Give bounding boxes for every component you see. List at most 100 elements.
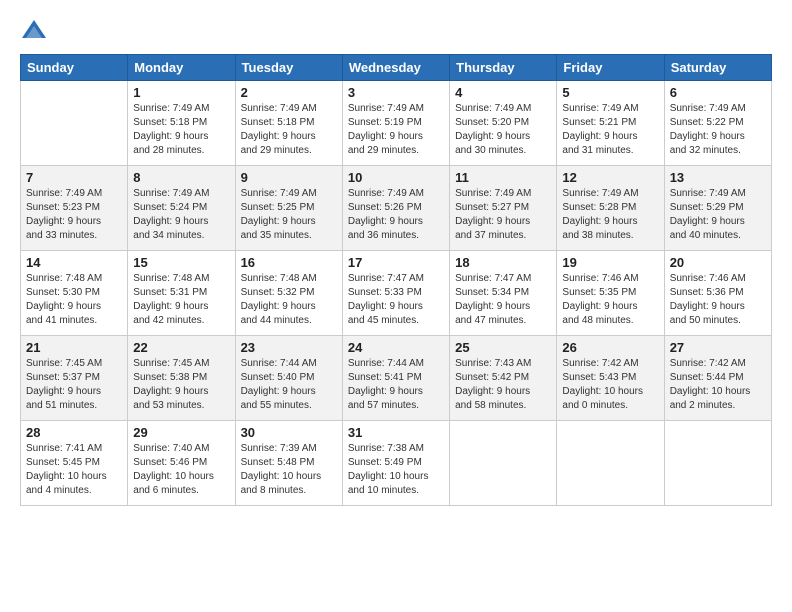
day-number: 19 [562,255,658,270]
day-number: 16 [241,255,337,270]
day-number: 15 [133,255,229,270]
col-header-monday: Monday [128,55,235,81]
calendar-cell: 30 Sunrise: 7:39 AMSunset: 5:48 PMDayligh… [235,421,342,506]
col-header-wednesday: Wednesday [342,55,449,81]
calendar-cell: 8 Sunrise: 7:49 AMSunset: 5:24 PMDaylight… [128,166,235,251]
cell-info: Sunrise: 7:49 AMSunset: 5:19 PMDaylight:… [348,102,444,158]
calendar-cell: 22 Sunrise: 7:45 AMSunset: 5:38 PMDayligh… [128,336,235,421]
calendar-cell: 28Sunrise: 7:41 AMSunset: 5:45 PMDayligh… [21,421,128,506]
cell-info: Sunrise: 7:38 AMSunset: 5:49 PMDaylight:… [348,442,444,498]
cell-info: Sunrise: 7:49 AMSunset: 5:23 PMDaylight:… [26,187,122,243]
day-number: 31 [348,425,444,440]
calendar-cell: 1Sunrise: 7:49 AMSunset: 5:18 PMDaylight… [128,81,235,166]
calendar-cell: 14 Sunrise: 7:48 AMSunset: 5:30 PMDayligh… [21,251,128,336]
cell-info: Sunrise: 7:43 AMSunset: 5:42 PMDaylight:… [455,357,551,413]
cell-info: Sunrise: 7:41 AMSunset: 5:45 PMDaylight:… [26,442,122,498]
logo-icon [20,16,48,44]
day-number: 17 [348,255,444,270]
calendar-cell: 23Sunrise: 7:44 AMSunset: 5:40 PMDayligh… [235,336,342,421]
calendar-cell: 18 Sunrise: 7:47 AMSunset: 5:34 PMDayligh… [450,251,557,336]
day-number: 4 [455,85,551,100]
cell-info: Sunrise: 7:49 AMSunset: 5:25 PMDaylight:… [241,187,337,243]
day-number: 13 [670,170,766,185]
cell-info: Sunrise: 7:44 AMSunset: 5:41 PMDaylight:… [348,357,444,413]
day-number: 22 [133,340,229,355]
day-number: 21 [26,340,122,355]
cell-info: Sunrise: 7:39 AMSunset: 5:48 PMDaylight:… [241,442,337,498]
cell-info: Sunrise: 7:42 AMSunset: 5:43 PMDaylight:… [562,357,658,413]
calendar-cell: 7Sunrise: 7:49 AMSunset: 5:23 PMDaylight… [21,166,128,251]
day-number: 8 [133,170,229,185]
cell-info: Sunrise: 7:47 AMSunset: 5:34 PMDaylight:… [455,272,551,328]
calendar-cell: 9 Sunrise: 7:49 AMSunset: 5:25 PMDaylight… [235,166,342,251]
cell-info: Sunrise: 7:45 AMSunset: 5:37 PMDaylight:… [26,357,122,413]
cell-info: Sunrise: 7:49 AMSunset: 5:27 PMDaylight:… [455,187,551,243]
calendar-cell: 11 Sunrise: 7:49 AMSunset: 5:27 PMDayligh… [450,166,557,251]
cell-info: Sunrise: 7:49 AMSunset: 5:18 PMDaylight:… [133,102,229,158]
day-number: 27 [670,340,766,355]
calendar-cell: 16 Sunrise: 7:48 AMSunset: 5:32 PMDayligh… [235,251,342,336]
day-number: 6 [670,85,766,100]
calendar-cell: 12Sunrise: 7:49 AMSunset: 5:28 PMDayligh… [557,166,664,251]
calendar-cell [450,421,557,506]
calendar-cell: 3 Sunrise: 7:49 AMSunset: 5:19 PMDaylight… [342,81,449,166]
calendar-cell: 17Sunrise: 7:47 AMSunset: 5:33 PMDayligh… [342,251,449,336]
day-number: 20 [670,255,766,270]
cell-info: Sunrise: 7:40 AMSunset: 5:46 PMDaylight:… [133,442,229,498]
day-number: 30 [241,425,337,440]
header-row: SundayMondayTuesdayWednesdayThursdayFrid… [21,55,772,81]
cell-info: Sunrise: 7:48 AMSunset: 5:32 PMDaylight:… [241,272,337,328]
cell-info: Sunrise: 7:48 AMSunset: 5:30 PMDaylight:… [26,272,122,328]
calendar-cell: 15 Sunrise: 7:48 AMSunset: 5:31 PMDayligh… [128,251,235,336]
calendar-cell: 2Sunrise: 7:49 AMSunset: 5:18 PMDaylight… [235,81,342,166]
col-header-tuesday: Tuesday [235,55,342,81]
col-header-friday: Friday [557,55,664,81]
cell-info: Sunrise: 7:42 AMSunset: 5:44 PMDaylight:… [670,357,766,413]
cell-info: Sunrise: 7:49 AMSunset: 5:26 PMDaylight:… [348,187,444,243]
calendar-table: SundayMondayTuesdayWednesdayThursdayFrid… [20,54,772,506]
cell-info: Sunrise: 7:48 AMSunset: 5:31 PMDaylight:… [133,272,229,328]
calendar-cell: 21 Sunrise: 7:45 AMSunset: 5:37 PMDayligh… [21,336,128,421]
week-row-1: 1Sunrise: 7:49 AMSunset: 5:18 PMDaylight… [21,81,772,166]
cell-info: Sunrise: 7:45 AMSunset: 5:38 PMDaylight:… [133,357,229,413]
calendar-cell [21,81,128,166]
day-number: 26 [562,340,658,355]
cell-info: Sunrise: 7:49 AMSunset: 5:20 PMDaylight:… [455,102,551,158]
calendar-cell: 5 Sunrise: 7:49 AMSunset: 5:21 PMDaylight… [557,81,664,166]
day-number: 29 [133,425,229,440]
logo [20,16,52,44]
week-row-2: 7Sunrise: 7:49 AMSunset: 5:23 PMDaylight… [21,166,772,251]
day-number: 9 [241,170,337,185]
col-header-saturday: Saturday [664,55,771,81]
calendar-cell: 13 Sunrise: 7:49 AMSunset: 5:29 PMDayligh… [664,166,771,251]
calendar-cell: 25Sunrise: 7:43 AMSunset: 5:42 PMDayligh… [450,336,557,421]
day-number: 18 [455,255,551,270]
cell-info: Sunrise: 7:46 AMSunset: 5:35 PMDaylight:… [562,272,658,328]
calendar-cell [557,421,664,506]
calendar-cell: 27 Sunrise: 7:42 AMSunset: 5:44 PMDayligh… [664,336,771,421]
day-number: 2 [241,85,337,100]
header [20,16,772,44]
page: SundayMondayTuesdayWednesdayThursdayFrid… [0,0,792,612]
cell-info: Sunrise: 7:49 AMSunset: 5:24 PMDaylight:… [133,187,229,243]
day-number: 10 [348,170,444,185]
day-number: 24 [348,340,444,355]
calendar-cell: 26 Sunrise: 7:42 AMSunset: 5:43 PMDayligh… [557,336,664,421]
week-row-3: 14 Sunrise: 7:48 AMSunset: 5:30 PMDayligh… [21,251,772,336]
day-number: 3 [348,85,444,100]
calendar-cell [664,421,771,506]
cell-info: Sunrise: 7:49 AMSunset: 5:21 PMDaylight:… [562,102,658,158]
week-row-5: 28Sunrise: 7:41 AMSunset: 5:45 PMDayligh… [21,421,772,506]
day-number: 5 [562,85,658,100]
day-number: 14 [26,255,122,270]
col-header-thursday: Thursday [450,55,557,81]
cell-info: Sunrise: 7:49 AMSunset: 5:29 PMDaylight:… [670,187,766,243]
calendar-cell: 6Sunrise: 7:49 AMSunset: 5:22 PMDaylight… [664,81,771,166]
calendar-cell: 31 Sunrise: 7:38 AMSunset: 5:49 PMDayligh… [342,421,449,506]
calendar-cell: 29 Sunrise: 7:40 AMSunset: 5:46 PMDayligh… [128,421,235,506]
calendar-cell: 20Sunrise: 7:46 AMSunset: 5:36 PMDayligh… [664,251,771,336]
day-number: 11 [455,170,551,185]
cell-info: Sunrise: 7:49 AMSunset: 5:28 PMDaylight:… [562,187,658,243]
calendar-cell: 24 Sunrise: 7:44 AMSunset: 5:41 PMDayligh… [342,336,449,421]
calendar-cell: 10 Sunrise: 7:49 AMSunset: 5:26 PMDayligh… [342,166,449,251]
